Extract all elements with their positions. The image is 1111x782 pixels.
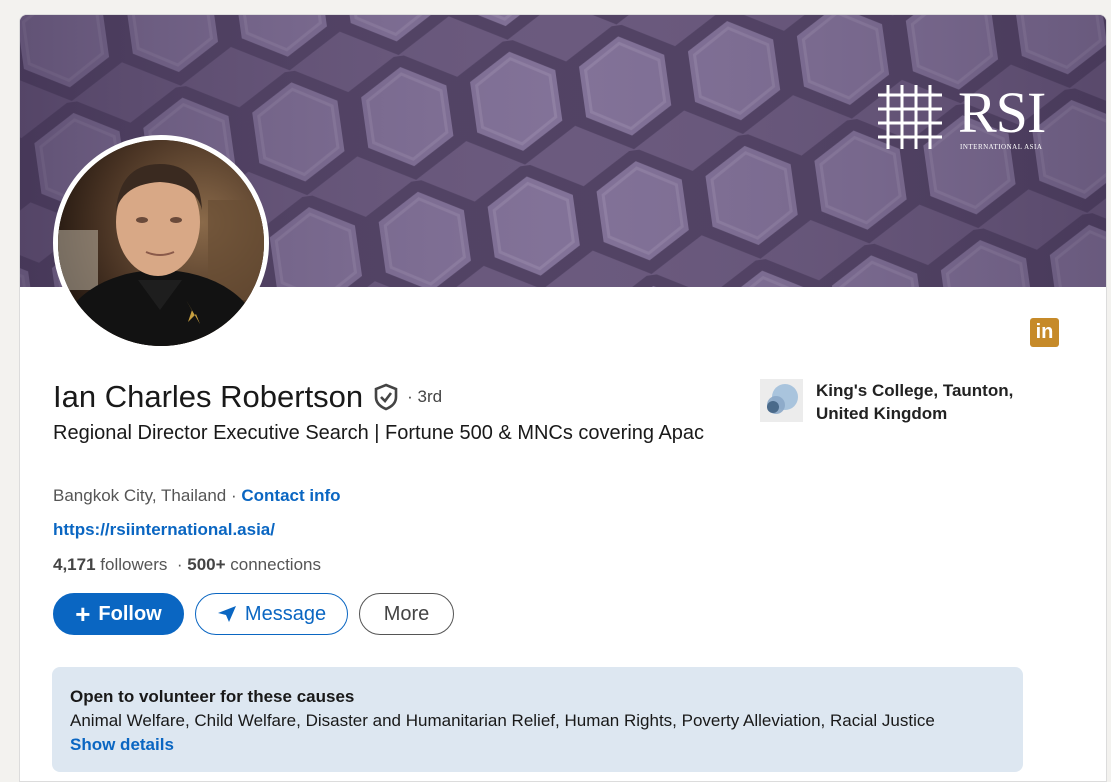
- network-counts: 4,171 followers · 500+ connections: [53, 555, 321, 575]
- location-row: Bangkok City, Thailand · Contact info: [53, 486, 341, 506]
- verified-shield-icon[interactable]: [373, 383, 399, 411]
- avatar-photo: [58, 140, 264, 346]
- connections-label[interactable]: connections: [230, 555, 321, 574]
- plus-icon: +: [75, 599, 91, 629]
- send-icon: [217, 606, 236, 622]
- website-link[interactable]: https://rsiinternational.asia/: [53, 520, 275, 540]
- contact-info-link[interactable]: Contact info: [241, 486, 340, 505]
- linkedin-icon[interactable]: in: [1030, 318, 1059, 347]
- counts-separator: ·: [176, 555, 183, 574]
- rsi-brand-text: RSI: [958, 80, 1046, 145]
- education-item[interactable]: King's College, Taunton, United Kingdom: [760, 379, 1036, 425]
- profile-card: RSI INTERNATIONAL ASIA in Ian Charles Ro…: [19, 14, 1107, 782]
- profile-name: Ian Charles Robertson: [53, 379, 364, 414]
- profile-avatar[interactable]: [53, 135, 269, 351]
- rsi-grid-icon: [878, 85, 942, 149]
- rsi-logo: RSI INTERNATIONAL ASIA: [876, 80, 1056, 155]
- profile-actions: + Follow Message More: [53, 593, 454, 635]
- profile-name-row: Ian Charles Robertson · 3rd: [53, 379, 442, 415]
- volunteer-title: Open to volunteer for these causes: [70, 687, 355, 706]
- show-details-link[interactable]: Show details: [70, 733, 1005, 757]
- location-separator: ·: [226, 486, 242, 505]
- school-logo-icon: [767, 384, 798, 414]
- school-logo: [760, 379, 803, 422]
- rsi-brand-subtext: INTERNATIONAL ASIA: [960, 143, 1043, 151]
- connection-degree: · 3rd: [407, 387, 443, 406]
- message-button[interactable]: Message: [195, 593, 348, 635]
- profile-headline: Regional Director Executive Search | For…: [53, 422, 705, 444]
- follow-button[interactable]: + Follow: [53, 593, 184, 635]
- volunteer-causes-panel: Open to volunteer for these causes Anima…: [52, 667, 1023, 772]
- school-name: King's College, Taunton, United Kingdom: [816, 381, 1014, 423]
- message-label: Message: [244, 602, 327, 625]
- follow-label: Follow: [98, 602, 162, 625]
- volunteer-causes: Animal Welfare, Child Welfare, Disaster …: [70, 711, 935, 730]
- profile-location: Bangkok City, Thailand: [53, 486, 227, 505]
- connections-count[interactable]: 500+: [187, 555, 225, 574]
- followers-count: 4,171: [53, 555, 96, 574]
- more-button[interactable]: More: [359, 593, 454, 635]
- followers-label: followers: [100, 555, 168, 574]
- more-label: More: [383, 602, 430, 625]
